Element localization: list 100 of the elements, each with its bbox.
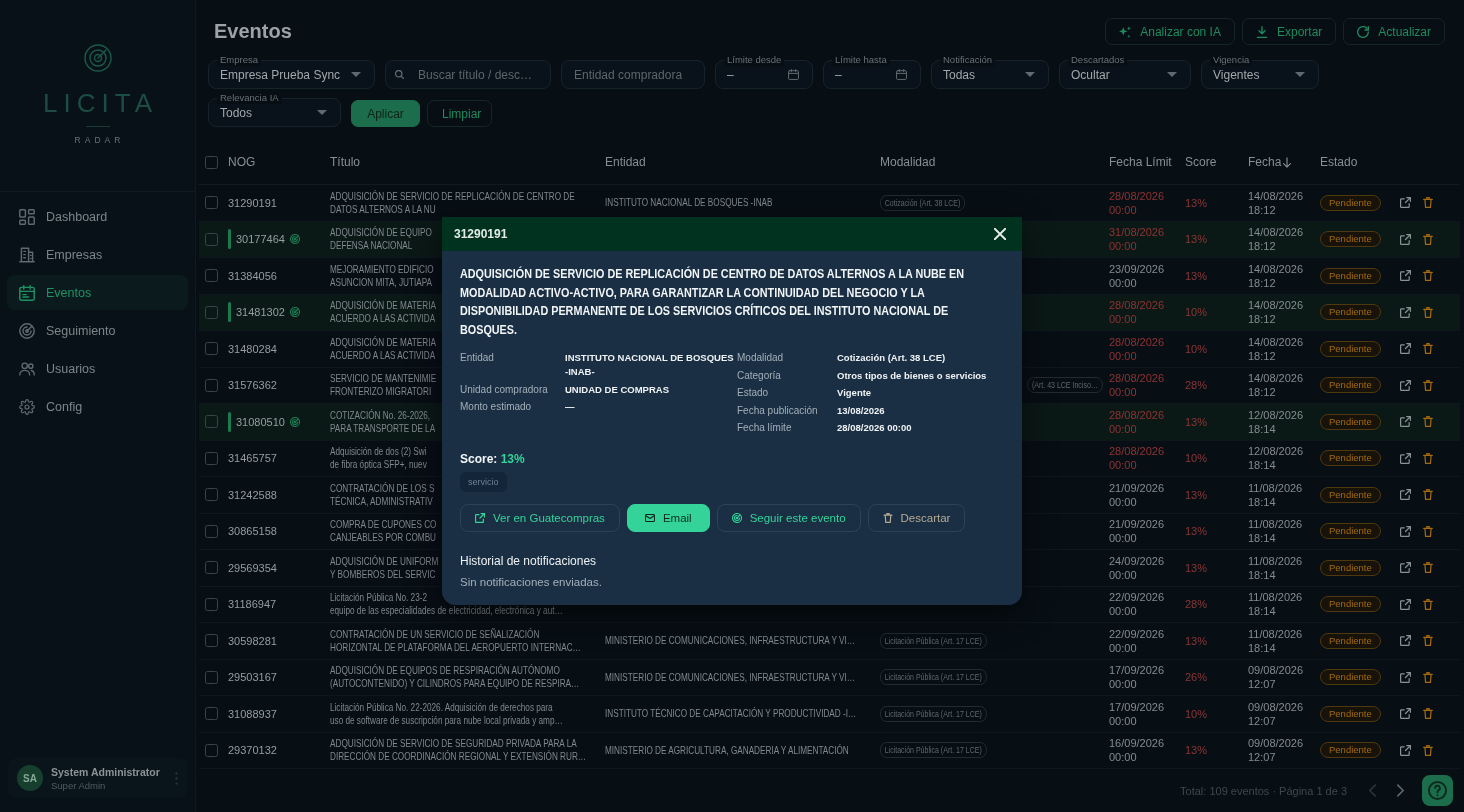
score-value: 13% [1185,269,1208,282]
deadline-date: 17/09/2026 00:00 [1109,663,1166,692]
published-date: 12/08/2026 18:14 [1248,407,1305,436]
page-title: Eventos [214,19,292,44]
status-badge: Pendiente [1320,377,1381,394]
detail-value: — [565,400,576,415]
score-value: 13% [1185,561,1208,574]
detail-label: Fecha límite [737,421,793,436]
detail-value: Otros tipos de bienes o servicios [837,368,988,383]
user-avatar: SA [17,765,43,791]
event-title: COTIZACIÓN No. 26-2026, PARA TRANSPORTE DE LA [330,408,436,435]
published-date: 12/08/2026 18:14 [1248,444,1305,473]
status-badge: Pendiente [1320,632,1381,649]
detail-label: Monto estimado [460,400,533,415]
nog-number: 31481302 [236,306,285,319]
event-title: CONTRATACIÓN DE LOS S TÉCNICA, ADMINISTRATIV [330,481,435,508]
deadline-date: 24/09/2026 00:00 [1109,553,1166,582]
detail-label: Estado [737,386,770,401]
dialog-title: 31290191 [454,227,508,241]
status-badge: Pendiente [1320,742,1381,759]
nog-number: 30865158 [228,525,277,538]
detail-value: INSTITUTO NACIONAL DE BOSQUES -INAB- [565,351,735,379]
deadline-date: 22/09/2026 00:00 [1109,626,1166,655]
score-value: 10% [1185,342,1208,355]
nog-number: 31242588 [228,488,277,501]
score-value: 13% [1185,525,1208,538]
event-title: Licitación Pública No. 22-2026. Adquisición de derechos para uso de software de suscripción para nube local privada y amp… [330,700,563,727]
published-date: 14/08/2026 18:12 [1248,225,1305,254]
score-value: 13% [1185,488,1208,501]
event-title: MEJORAMIENTO EDIFICIO ASUNCION MITA, JUTIAPA [330,262,434,289]
status-badge: Pendiente [1320,523,1381,540]
published-date: 09/08/2026 12:07 [1248,663,1305,692]
event-title: ADQUISICIÓN DE SERVICIO DE REPLICACIÓN DE CENTRO DE DATOS ALTERNOS A LA NU [330,189,575,216]
score-value: 28% [1185,379,1208,392]
tag-chip: servicio [460,472,507,492]
user-name: System Administrator [51,765,161,778]
detail-label: Fecha publicación [737,403,819,418]
detail-label: Unidad compradora [460,382,549,397]
logo-wordmark: LICITA [42,88,158,118]
nog-number: 31080510 [236,415,285,428]
score-value: 26% [1185,671,1208,684]
field-label: Vigencia [1210,54,1253,66]
published-date: 09/08/2026 12:07 [1248,699,1305,728]
published-date: 14/08/2026 18:12 [1248,261,1305,290]
score-value: 13% [1185,196,1208,209]
deadline-date: 17/09/2026 00:00 [1109,699,1166,728]
nog-number: 31480284 [228,342,277,355]
event-title: Adquisición de dos (2) Swi de fibra óptica SFP+, nuev [330,445,427,472]
status-badge: Pendiente [1320,340,1381,357]
event-title: ADQUISICIÓN DE UNIFORM Y BOMBEROS DEL SERVIC [330,554,439,581]
deadline-date: 28/08/2026 00:00 [1109,407,1166,436]
detail-label: Entidad [460,351,495,365]
detail-value: Cotización (Art. 38 LCE) [837,351,947,365]
entity-name: INSTITUTO NACIONAL DE BOSQUES -INAB [605,196,773,210]
score-value: 13% [1185,634,1208,647]
score-value: 13% [1185,233,1208,246]
status-badge: Pendiente [1320,450,1381,467]
field-label: Relevancia IA [217,92,282,104]
score-value: 13% [1185,415,1208,428]
nog-number: 29370132 [228,744,277,757]
event-title: CONTRATACIÓN DE UN SERVICIO DE SEÑALIZACIÓN HORIZONTAL DE PLATAFORMA DEL AEROPUERTO INTERNAC… [330,627,581,654]
user-role: Super Admin [51,779,107,791]
nog-number: 31576362 [228,379,277,392]
published-date: 14/08/2026 18:12 [1248,188,1305,217]
score-value: 10% [1185,306,1208,319]
published-date: 09/08/2026 12:07 [1248,736,1305,765]
history-empty-text: Sin notificaciones enviadas. [460,575,602,590]
status-badge: Pendiente [1320,596,1381,613]
deadline-date: 28/08/2026 00:00 [1109,334,1166,363]
status-badge: Pendiente [1320,486,1381,503]
deadline-date: 22/09/2026 00:00 [1109,590,1166,619]
entity-name: INSTITUTO TÉCNICO DE CAPACITACIÓN Y PRODUCTIVIDAD -I… [605,707,857,721]
deadline-date: 28/08/2026 00:00 [1109,444,1166,473]
deadline-date: 31/08/2026 00:00 [1109,225,1166,254]
deadline-date: 21/09/2026 00:00 [1109,480,1166,509]
event-title: ADQUISICIÓN DE MATERIA ACUERDO A LAS ACTIVIDA [330,299,436,326]
nog-number: 31290191 [228,196,277,209]
status-badge: Pendiente [1320,413,1381,430]
score-text: Score: 13% [460,451,525,467]
published-date: 14/08/2026 18:12 [1248,334,1305,363]
event-title: ADQUISICIÓN DE EQUIPOS DE RESPIRACIÓN AUTÓNOMO (AUTOCONTENIDO) Y CILINDROS PARA EQUIPO DE RESPIRA… [330,664,580,691]
status-badge: Pendiente [1320,705,1381,722]
nog-number: 31186947 [228,598,277,611]
field-label: Límite desde [724,54,785,66]
status-badge: Pendiente [1320,231,1381,248]
published-date: 14/08/2026 18:12 [1248,298,1305,327]
entity-name: MINISTERIO DE COMUNICACIONES, INFRAESTRUCTURA Y VI… [605,634,855,648]
detail-value: Vigente [837,386,873,401]
nog-number: 31088937 [228,707,277,720]
score-value: 10% [1185,452,1208,465]
event-title: ADQUISICIÓN DE SERVICIO DE SEGURIDAD PRIVADA PARA LA DIRECCIÓN DE COORDINACIÓN REGIONAL Y EXTENSIÓN RUR… [330,737,587,764]
deadline-date: 21/09/2026 00:00 [1109,517,1166,546]
score-value: 13% [1185,744,1208,757]
nog-number: 31384056 [228,269,277,282]
status-badge: Pendiente [1320,669,1381,686]
event-title: ADQUISICIÓN DE MATERIA ACUERDO A LAS ACTIVIDA [330,335,436,362]
detail-label: Modalidad [737,351,785,365]
deadline-date: 16/09/2026 00:00 [1109,736,1166,765]
status-badge: Pendiente [1320,267,1381,284]
event-title: COMPRA DE CUPONES CO CANJEABLES POR COMBU [330,518,437,545]
